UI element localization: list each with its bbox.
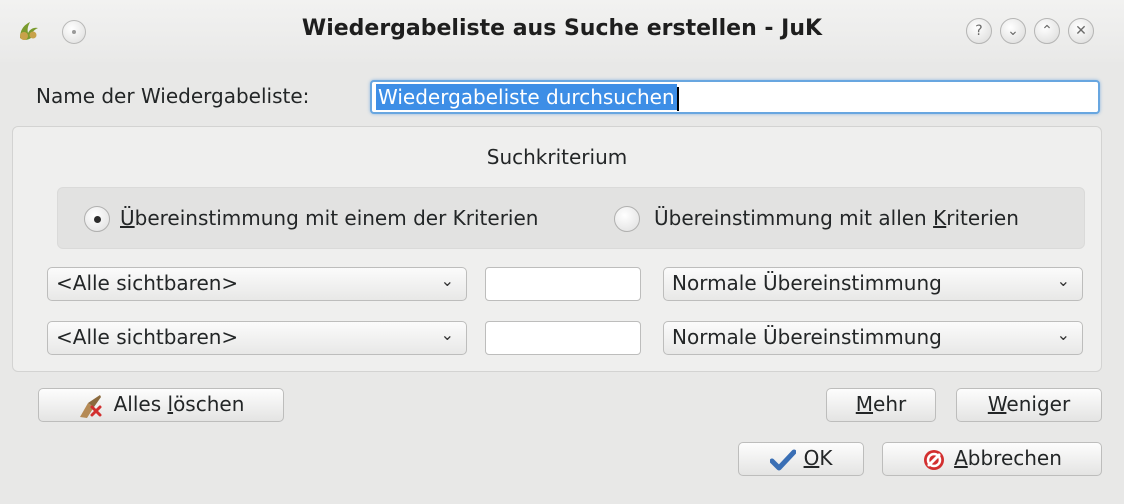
group-title: Suchkriterium (486, 145, 628, 169)
window-title: Wiedergabeliste aus Suche erstellen - Ju… (301, 16, 823, 41)
match-mode-select-1[interactable]: Normale Übereinstimmung ⌄ (663, 267, 1083, 301)
fewer-button[interactable]: Weniger (956, 388, 1102, 422)
broom-icon (79, 394, 102, 418)
match-mode-select-2[interactable]: Normale Übereinstimmung ⌄ (663, 321, 1083, 355)
close-button[interactable]: ✕ (1068, 18, 1094, 44)
more-button[interactable]: Mehr (826, 388, 936, 422)
search-criteria-group: Suchkriterium Übereinstimmung mit einem … (12, 126, 1102, 372)
match-all-label[interactable]: Übereinstimmung mit allen Kriterien (654, 206, 1019, 230)
match-any-label[interactable]: Übereinstimmung mit einem der Kriterien (120, 206, 538, 230)
field-select-1[interactable]: <Alle sichtbaren> ⌄ (47, 267, 467, 301)
match-mode-box: Übereinstimmung mit einem der Kriterien … (57, 187, 1085, 249)
cancel-button[interactable]: Abbrechen (882, 442, 1102, 476)
match-all-radio[interactable] (614, 206, 640, 232)
playlist-name-value: Wiedergabeliste durchsuchen (376, 84, 677, 110)
chevron-down-icon: ⌄ (1056, 325, 1070, 344)
text-caret (676, 86, 679, 111)
checkmark-icon (769, 449, 796, 470)
chevron-down-icon: ⌄ (440, 325, 454, 344)
match-any-radio[interactable] (84, 206, 110, 232)
chevron-down-icon: ⌄ (1056, 271, 1070, 290)
juk-icon[interactable] (14, 16, 44, 46)
clear-all-button[interactable]: Alles löschen (38, 388, 284, 422)
cancel-icon (924, 449, 945, 470)
ok-button[interactable]: OK (738, 442, 864, 476)
title-bar[interactable]: Wiedergabeliste aus Suche erstellen - Ju… (0, 0, 1124, 62)
dialog-window: Wiedergabeliste aus Suche erstellen - Ju… (0, 0, 1124, 504)
playlist-name-label: Name der Wiedergabeliste: (36, 84, 310, 108)
search-text-input-2[interactable] (485, 321, 641, 355)
field-select-2[interactable]: <Alle sichtbaren> ⌄ (47, 321, 467, 355)
window-menu-button[interactable] (62, 20, 86, 44)
minimize-button[interactable]: ⌄ (1000, 18, 1026, 44)
maximize-button[interactable]: ⌃ (1034, 18, 1060, 44)
help-button[interactable]: ? (966, 18, 992, 44)
search-text-input-1[interactable] (485, 267, 641, 301)
chevron-down-icon: ⌄ (440, 271, 454, 290)
playlist-name-input[interactable]: Wiedergabeliste durchsuchen (370, 80, 1100, 114)
